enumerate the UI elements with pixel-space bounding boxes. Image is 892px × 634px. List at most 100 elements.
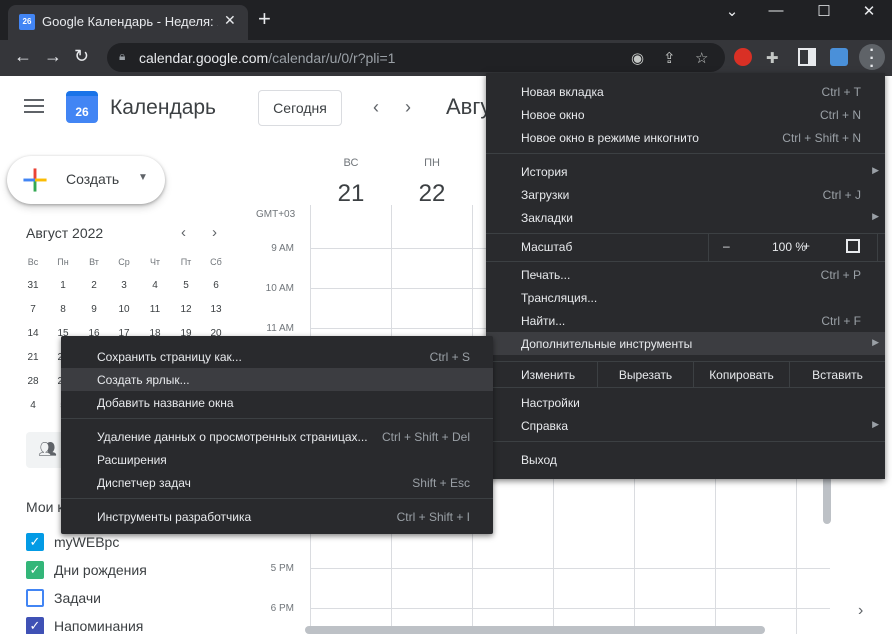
mini-day[interactable]: 1 (48, 280, 78, 291)
menu-item-new-window[interactable]: Новое окно Ctrl + N (486, 103, 885, 126)
menu-item-cast[interactable]: Трансляция... (486, 286, 885, 309)
expand-side-panel-icon[interactable]: › (858, 602, 863, 620)
calendar-name: Дни рождения (54, 562, 147, 578)
mini-prev-icon[interactable]: ‹ (181, 224, 186, 241)
create-button[interactable]: Создать ▼ (7, 156, 165, 204)
calendar-checkbox[interactable]: ✓ (26, 617, 44, 634)
mini-weekday-header: Чт (149, 257, 161, 267)
mini-day[interactable]: 11 (140, 304, 170, 315)
tab-title: Google Календарь - Неделя: 21 ... (42, 14, 218, 29)
day-of-week: ВС (343, 157, 359, 169)
day-number[interactable]: 21 (321, 180, 381, 208)
hour-label: 5 PM (270, 563, 294, 574)
next-week-icon[interactable]: › (405, 97, 411, 118)
minimize-window-button[interactable]: — (756, 2, 796, 19)
fullscreen-icon[interactable] (846, 239, 860, 253)
calendar-checkbox[interactable] (26, 589, 44, 607)
close-tab-icon[interactable]: ✕ (224, 12, 236, 29)
mini-day[interactable]: 8 (48, 304, 78, 315)
day-number[interactable]: 22 (402, 180, 462, 208)
new-tab-button[interactable]: + (258, 8, 271, 30)
extensions-puzzle-icon[interactable]: ✚ (766, 49, 779, 67)
more-tools-submenu: Сохранить страницу как... Ctrl + S Создат… (61, 336, 493, 534)
mini-day[interactable]: 12 (171, 304, 201, 315)
mini-day[interactable]: 28 (18, 376, 48, 387)
menu-item-incognito[interactable]: Новое окно в режиме инкогнито Ctrl + Shif… (486, 126, 885, 149)
close-window-button[interactable]: ✕ (849, 2, 889, 20)
submenu-item-name-window[interactable]: Добавить название окна (61, 391, 493, 414)
create-label: Создать (66, 171, 120, 187)
mini-day[interactable]: 3 (109, 280, 139, 291)
mini-day[interactable]: 13 (201, 304, 231, 315)
copy-button[interactable]: Копировать (693, 362, 789, 387)
eye-icon[interactable]: ◉ (631, 49, 644, 67)
submenu-item-clear-data[interactable]: Удаление данных о просмотренных страница… (61, 425, 493, 448)
app-title: Календарь (110, 96, 216, 119)
submenu-item-extensions[interactable]: Расширения (61, 448, 493, 471)
submenu-item-task-manager[interactable]: Диспетчер задач Shift + Esc (61, 471, 493, 494)
cut-button[interactable]: Вырезать (597, 362, 693, 387)
menu-divider (486, 441, 885, 442)
vertical-scrollbar[interactable] (823, 476, 831, 524)
my-calendars-heading[interactable]: Мои к (26, 499, 63, 515)
bookmark-star-icon[interactable]: ☆ (695, 49, 708, 67)
zoom-out-button[interactable]: – (723, 239, 730, 253)
submenu-arrow-icon: ▶ (872, 211, 879, 221)
paste-button[interactable]: Вставить (789, 362, 885, 387)
mini-day[interactable]: 7 (18, 304, 48, 315)
mini-weekday-header: Вс (27, 257, 39, 267)
calendar-logo: 26 (66, 91, 98, 123)
grid-hour-line (310, 568, 830, 569)
menu-item-exit[interactable]: Выход (486, 448, 885, 471)
mini-day[interactable]: 21 (18, 352, 48, 363)
main-menu-icon[interactable] (24, 99, 44, 117)
submenu-item-save-page[interactable]: Сохранить страницу как... Ctrl + S (61, 345, 493, 368)
submenu-item-create-shortcut[interactable]: Создать ярлык... (61, 368, 493, 391)
menu-item-print[interactable]: Печать... Ctrl + P (486, 263, 885, 286)
side-panel-icon[interactable] (798, 48, 816, 66)
mini-calendar-title: Август 2022 (26, 225, 104, 241)
mini-day[interactable]: 4 (140, 280, 170, 291)
menu-item-downloads[interactable]: Загрузки Ctrl + J (486, 183, 885, 206)
forward-arrow-icon[interactable]: → (44, 46, 62, 67)
menu-item-new-tab[interactable]: Новая вкладка Ctrl + T (486, 80, 885, 103)
mini-day[interactable]: 4 (18, 400, 48, 411)
mini-day[interactable]: 14 (18, 328, 48, 339)
horizontal-scrollbar[interactable] (305, 626, 765, 634)
maximize-window-button[interactable]: ☐ (804, 2, 844, 20)
mini-day[interactable]: 31 (18, 280, 48, 291)
browser-tab[interactable]: 26 Google Календарь - Неделя: 21 ... ✕ (8, 5, 248, 40)
menu-item-more-tools[interactable]: Дополнительные инструменты ▶ (486, 332, 885, 355)
menu-item-settings[interactable]: Настройки (486, 391, 885, 414)
day-of-week: ПН (424, 157, 440, 169)
today-button[interactable]: Сегодня (258, 90, 342, 126)
zoom-in-button[interactable]: + (803, 239, 810, 253)
edit-row: Изменить Вырезать Копировать Вставить (486, 362, 885, 387)
adblock-extension-icon[interactable] (734, 48, 752, 66)
mini-weekday-header: Пт (180, 257, 192, 267)
mini-day[interactable]: 6 (201, 280, 231, 291)
prev-week-icon[interactable]: ‹ (373, 97, 379, 118)
calendar-name: Напоминания (54, 618, 144, 634)
menu-divider (486, 387, 885, 388)
menu-item-bookmarks[interactable]: Закладки ▶ (486, 206, 885, 229)
share-icon[interactable]: ⇪ (663, 49, 676, 67)
menu-divider (486, 261, 885, 262)
submenu-item-devtools[interactable]: Инструменты разработчика Ctrl + Shift + I (61, 505, 493, 528)
calendar-checkbox[interactable]: ✓ (26, 561, 44, 579)
hour-label: 11 AM (266, 323, 294, 334)
mini-day[interactable]: 10 (109, 304, 139, 315)
tab-search-icon[interactable]: ⌄ (712, 2, 752, 20)
mini-day[interactable]: 9 (79, 304, 109, 315)
menu-item-history[interactable]: История ▶ (486, 160, 885, 183)
mini-next-icon[interactable]: › (212, 224, 217, 241)
mini-day[interactable]: 2 (79, 280, 109, 291)
reload-icon[interactable]: ↻ (74, 46, 89, 67)
back-arrow-icon[interactable]: ← (14, 46, 32, 67)
profile-extension-icon[interactable] (830, 48, 848, 66)
menu-item-find[interactable]: Найти... Ctrl + F (486, 309, 885, 332)
mini-day[interactable]: 5 (171, 280, 201, 291)
menu-item-help[interactable]: Справка ▶ (486, 414, 885, 437)
calendar-checkbox[interactable]: ✓ (26, 533, 44, 551)
url-host: calendar.google.com (139, 50, 269, 66)
